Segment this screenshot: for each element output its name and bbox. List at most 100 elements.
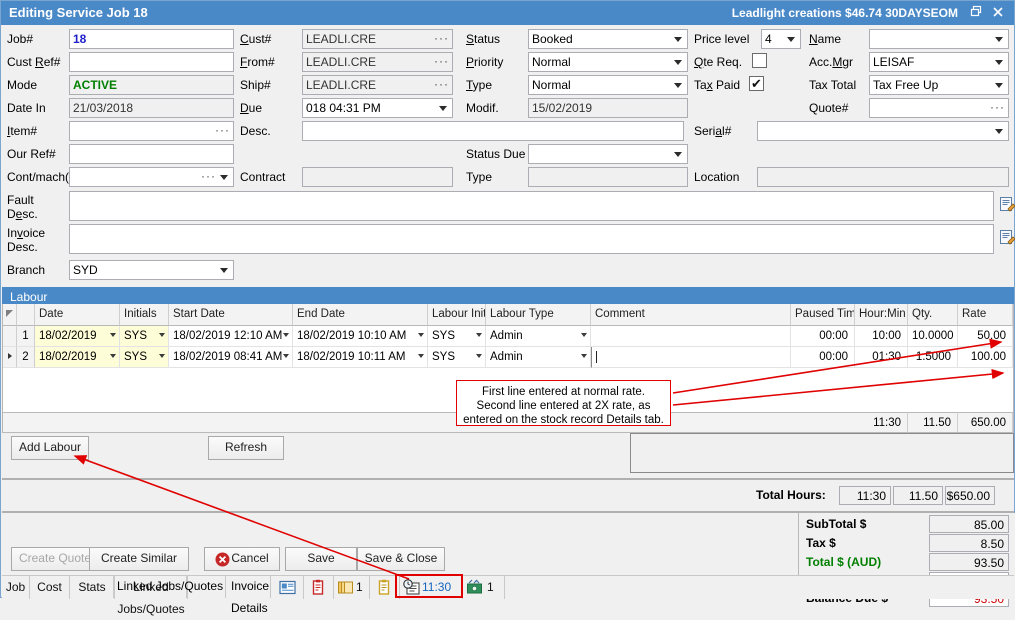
chevron-down-icon[interactable]	[581, 354, 587, 358]
ellipsis-icon[interactable]: ···	[201, 169, 216, 184]
tab-linked-jobs-quotes-label[interactable]: Linked Jobs/Quotes	[117, 575, 223, 597]
quote-required-checkbox[interactable]	[752, 53, 767, 68]
grid-header-date[interactable]: Date	[35, 304, 120, 326]
ellipsis-icon[interactable]: ···	[434, 31, 449, 46]
close-icon[interactable]	[990, 5, 1006, 21]
ellipsis-icon[interactable]: ···	[215, 123, 230, 138]
table-row[interactable]: 18/02/2019	[35, 347, 120, 368]
grid-header-labour-type[interactable]: Labour Type	[486, 304, 591, 326]
create-quote-button[interactable]: Create Quote	[11, 547, 99, 571]
our-ref-field[interactable]	[69, 144, 234, 164]
chevron-down-icon[interactable]	[476, 333, 482, 337]
branch-field[interactable]: SYD	[69, 260, 234, 280]
chevron-down-icon[interactable]	[218, 263, 230, 277]
grid-header-qty[interactable]: Qty.	[908, 304, 958, 326]
chevron-down-icon[interactable]	[672, 55, 684, 69]
clipboard-red-icon-cell[interactable]	[304, 576, 334, 599]
priority-field[interactable]: Normal	[528, 52, 688, 72]
chevron-down-icon[interactable]	[283, 333, 289, 337]
tab-stats[interactable]: Stats	[70, 576, 115, 599]
invoice-desc-field[interactable]	[69, 224, 994, 254]
restore-icon[interactable]	[968, 5, 984, 21]
table-row[interactable]: 1.5000	[908, 347, 958, 368]
table-row[interactable]: 00:00	[791, 326, 855, 347]
cust-ref-field[interactable]	[69, 52, 234, 72]
cont-mach-field[interactable]: ···	[69, 167, 234, 187]
table-row[interactable]: SYS	[120, 347, 169, 368]
table-row[interactable]: 18/02/2019 08:41 AM	[169, 347, 293, 368]
type-field[interactable]: Normal	[528, 75, 688, 95]
table-row[interactable]: 10.0000	[908, 326, 958, 347]
desc-field[interactable]	[302, 121, 684, 141]
ellipsis-icon[interactable]: ···	[990, 100, 1005, 115]
chevron-down-icon[interactable]	[283, 354, 289, 358]
tab-job[interactable]: Job	[2, 576, 30, 599]
tab-cost[interactable]: Cost	[30, 576, 70, 599]
table-row[interactable]: Admin	[486, 326, 591, 347]
tax-total-field[interactable]: Tax Free Up	[869, 75, 1009, 95]
copies-yellow-icon[interactable]	[337, 579, 354, 596]
row-selector[interactable]	[3, 347, 17, 368]
serial-number-field[interactable]	[757, 121, 1009, 141]
fault-desc-field[interactable]	[69, 191, 994, 221]
table-row[interactable]: Admin	[486, 347, 591, 368]
table-row[interactable]: 50.00	[958, 326, 1013, 347]
chevron-down-icon[interactable]	[993, 124, 1005, 138]
chevron-down-icon[interactable]	[993, 55, 1005, 69]
chevron-down-icon[interactable]	[672, 32, 684, 46]
clipboard-yellow-icon[interactable]	[376, 579, 393, 596]
payments-icon-cell[interactable]: 1	[463, 576, 505, 599]
ellipsis-icon[interactable]: ···	[434, 77, 449, 92]
table-row[interactable]: 100.00	[958, 347, 1013, 368]
chevron-down-icon[interactable]	[993, 78, 1005, 92]
chevron-down-icon[interactable]	[159, 354, 165, 358]
grid-header-initials[interactable]: Initials	[120, 304, 169, 326]
attachments-icon-cell[interactable]: 1	[334, 576, 370, 599]
details-card-icon-cell[interactable]	[272, 576, 304, 599]
quote-number-field[interactable]: ···	[869, 98, 1009, 118]
money-icon[interactable]	[466, 579, 483, 596]
table-row[interactable]: 18/02/2019 12:10 AM	[169, 326, 293, 347]
from-number-field[interactable]: LEADLI.CRE ···	[302, 52, 453, 72]
table-row[interactable]: SYS	[120, 326, 169, 347]
row-selector[interactable]	[3, 326, 17, 347]
chevron-down-icon[interactable]	[159, 333, 165, 337]
grid-header-start-date[interactable]: Start Date	[169, 304, 293, 326]
chevron-down-icon[interactable]	[672, 147, 684, 161]
ellipsis-icon[interactable]: ···	[434, 54, 449, 69]
table-row[interactable]: SYS	[428, 347, 486, 368]
name-field[interactable]	[869, 29, 1009, 49]
table-row[interactable]: 10:00	[855, 326, 908, 347]
date-in-field[interactable]: 21/03/2018	[69, 98, 234, 118]
chevron-down-icon[interactable]	[218, 170, 230, 184]
add-labour-button[interactable]: Add Labour	[11, 436, 89, 460]
table-row[interactable]: 00:00	[791, 347, 855, 368]
table-row[interactable]: 18/02/2019	[35, 326, 120, 347]
chevron-down-icon[interactable]	[581, 333, 587, 337]
grid-header-labour-init[interactable]: Labour Init	[428, 304, 486, 326]
tab-invoice-details-label[interactable]: Invoice Details	[231, 575, 273, 619]
chevron-down-icon[interactable]	[785, 32, 797, 46]
cancel-button[interactable]: Cancel	[204, 547, 280, 571]
grid-header-paused-time[interactable]: Paused Time	[791, 304, 855, 326]
chevron-down-icon[interactable]	[993, 32, 1005, 46]
due-field[interactable]: 018 04:31 PM	[302, 98, 453, 118]
details-card-icon[interactable]	[279, 579, 296, 596]
clipboard-red-icon[interactable]	[310, 579, 327, 596]
cust-number-field[interactable]: LEADLI.CRE ···	[302, 29, 453, 49]
table-row[interactable]: 18/02/2019 10:10 AM	[293, 326, 428, 347]
grid-header-hour-min[interactable]: Hour:Min	[855, 304, 908, 326]
item-number-field[interactable]: ···	[69, 121, 234, 141]
chevron-down-icon[interactable]	[418, 333, 424, 337]
ship-number-field[interactable]: LEADLI.CRE ···	[302, 75, 453, 95]
grid-header-end-date[interactable]: End Date	[293, 304, 428, 326]
chevron-down-icon[interactable]	[110, 354, 116, 358]
account-manager-field[interactable]: LEISAF	[869, 52, 1009, 72]
status-field[interactable]: Booked	[528, 29, 688, 49]
note-edit-icon[interactable]	[999, 229, 1015, 245]
table-row[interactable]	[591, 326, 791, 347]
save-button[interactable]: Save	[285, 547, 357, 571]
table-row[interactable]: 18/02/2019 10:11 AM	[293, 347, 428, 368]
save-close-button[interactable]: Save & Close	[357, 547, 445, 571]
table-row[interactable]: 01:30	[855, 347, 908, 368]
